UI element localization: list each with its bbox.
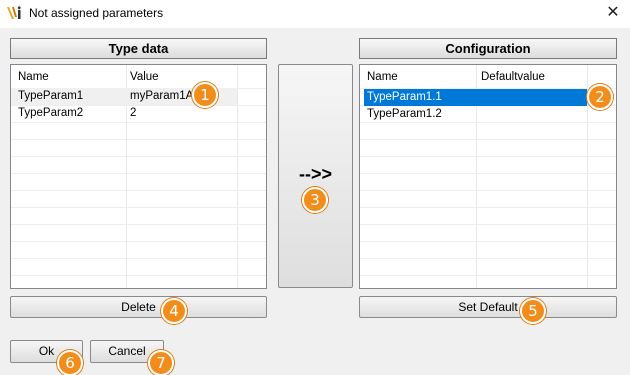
callout-badge-1: 1 <box>192 82 218 108</box>
row-value <box>478 106 586 123</box>
column-header-name[interactable]: Name <box>364 69 474 86</box>
callout-badge-3: 3 <box>302 187 328 213</box>
delete-button[interactable]: Delete <box>10 296 267 318</box>
set-default-button[interactable]: Set Default <box>359 296 617 318</box>
row-name: TypeParam1.2 <box>367 108 442 120</box>
configuration-grid[interactable]: Name Defaultvalue TypeParam1.1 TypeParam… <box>359 64 617 289</box>
column-header-name[interactable]: Name <box>15 69 125 86</box>
table-row[interactable]: TypeParam1.1 <box>360 89 587 106</box>
table-row[interactable]: TypeParam1.2 <box>360 106 587 123</box>
callout-badge-7: 7 <box>148 350 174 375</box>
row-name: TypeParam1.1 <box>364 89 477 106</box>
column-header-value[interactable]: Value <box>127 69 235 86</box>
row-value <box>477 89 587 106</box>
callout-badge-6: 6 <box>57 350 83 375</box>
close-icon[interactable]: ✕ <box>604 4 622 22</box>
type-data-grid[interactable]: Name Value TypeParam1 myParam1A TypePara… <box>10 64 267 289</box>
configuration-header: Configuration <box>359 38 617 59</box>
row-value: 2 <box>130 107 137 119</box>
callout-badge-4: 4 <box>161 298 187 324</box>
row-name: TypeParam1 <box>18 90 84 102</box>
type-data-header: Type data <box>10 38 267 59</box>
window-title: Not assigned parameters <box>29 6 164 20</box>
column-header-defaultvalue[interactable]: Defaultvalue <box>478 69 586 86</box>
vi-logo-icon <box>7 6 21 19</box>
transfer-button[interactable]: -->> <box>278 64 353 288</box>
callout-badge-2: 2 <box>587 84 613 110</box>
title-bar: Not assigned parameters ✕ <box>0 0 630 28</box>
row-name: TypeParam2 <box>18 107 84 119</box>
row-value: myParam1A <box>130 90 194 102</box>
callout-badge-5: 5 <box>520 298 546 324</box>
dialog-body: Type data Name Value TypeParam1 myParam1… <box>0 28 630 375</box>
